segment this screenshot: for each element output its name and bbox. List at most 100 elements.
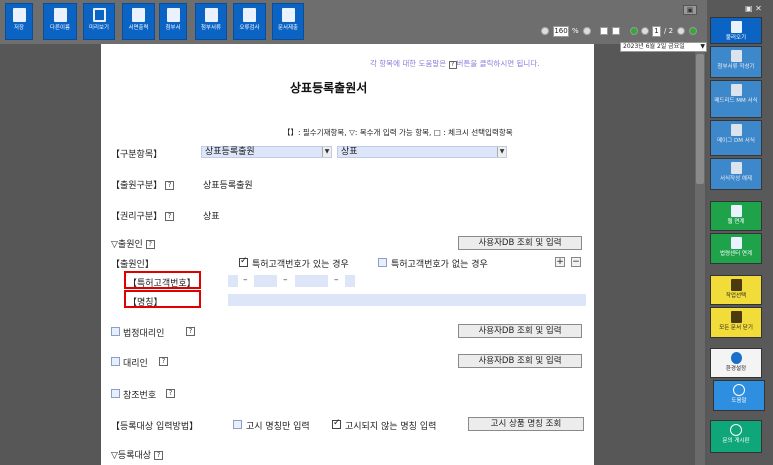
help-icon [733,384,745,396]
has-customer-no-label: 특허고객번호가 있는 경우 [252,260,349,270]
law-center-icon [730,237,742,249]
fit-page-icon[interactable] [600,27,608,35]
highlight-box [124,290,201,308]
web-link-button[interactable]: 웹 연계 [710,201,762,231]
attach-icon [166,8,180,22]
window-controls[interactable]: ▣ ✕ [745,4,762,13]
example-button[interactable]: 서식작성 예제 [710,158,762,190]
chevron-down-icon: ▼ [700,43,705,50]
zoom-in-icon[interactable] [583,27,591,35]
hague-dm-button[interactable]: 메이그 DM 서식 [710,120,762,156]
print-button[interactable]: 서면출력 [122,3,155,40]
inquiry-button[interactable]: 문의 게시판 [710,420,762,453]
chevron-down-icon: ▼ [322,147,331,157]
last-page-icon[interactable] [689,27,697,35]
applicant-userdb-button[interactable]: 사용자DB 조회 및 입력 [458,236,582,250]
inquiry-icon [730,424,742,436]
prev-page-icon[interactable] [641,27,649,35]
preview-icon [92,8,106,22]
help-icon[interactable]: ? [159,357,168,366]
reg-target-label: ▽등록대상? [111,448,164,461]
save-as-button[interactable]: 다른이름 [43,3,77,40]
app-type-label: 【출원구분】? [111,178,175,191]
remove-applicant-button[interactable]: − [571,257,581,267]
reg-method-label: 【등록대상 입력방법】 [111,422,199,432]
attach-docs-button[interactable]: 첨부서류 [195,3,227,40]
law-center-button[interactable]: 법령센터 연계 [710,233,762,264]
settings-button[interactable]: 환경설정 [710,348,762,378]
ref-no-checkbox[interactable] [111,389,120,398]
add-applicant-button[interactable]: + [555,257,565,267]
agent-userdb-button[interactable]: 사용자DB 조회 및 입력 [458,354,582,368]
legal-agent-checkbox[interactable] [111,327,120,336]
settings-icon [730,352,742,364]
web-link-icon [730,205,742,217]
applicant-sub-label: 【출원인】 [111,260,154,270]
close-all-icon [730,311,742,323]
dash: – [283,275,288,285]
category-select-2[interactable]: 상표 ▼ [337,146,507,158]
help-icon[interactable]: ? [165,212,175,221]
name-input[interactable] [228,294,586,306]
error-check-button[interactable]: 오류검사 [233,3,266,40]
help-icon[interactable]: ? [166,389,175,398]
help-icon[interactable]: ? [165,181,175,190]
non-notified-name-checkbox[interactable] [332,418,341,429]
save-icon [12,8,26,22]
dash: – [334,275,339,285]
window-mini-button[interactable]: ▣ [683,5,697,15]
scrollbar-thumb[interactable] [696,54,704,184]
attach-button[interactable]: 첨부서 [159,3,187,40]
notified-goods-search-button[interactable]: 고시 상품 명칭 조회 [468,417,584,431]
zoom-unit: % [572,27,579,35]
non-notified-name-label: 고시되지 않는 명칭 입력 [345,422,437,432]
madrid-mm-icon [730,84,742,96]
no-customer-no-label: 특허고객번호가 없는 경우 [391,260,488,270]
customer-no-field-1[interactable] [228,275,238,287]
chevron-down-icon: ▼ [497,147,506,157]
help-button[interactable]: 도움말 [713,380,765,411]
customer-no-field-3[interactable] [295,275,328,287]
hague-dm-icon [730,124,742,136]
applicant-label: ▽출원인? [111,237,155,250]
category-select-1[interactable]: 상표등록출원 ▼ [201,146,332,158]
help-hint: 각 항목에 대한 도움말은 ? 버튼을 클릭하시면 됩니다. [370,59,540,69]
save-as-icon [53,8,67,22]
submit-button[interactable]: 문서제출 [272,3,304,40]
help-icon[interactable]: ? [154,451,164,460]
notified-name-checkbox[interactable] [233,420,242,429]
preview-button[interactable]: 미리보기 [83,3,115,40]
open-button[interactable]: 불러오기 [710,17,762,44]
save-button[interactable]: 저장 [5,3,33,40]
first-page-icon[interactable] [630,27,638,35]
legal-agent-userdb-button[interactable]: 사용자DB 조회 및 입력 [458,324,582,338]
date-select[interactable]: 2023년 6월 2일 금요일 ▼ [620,42,707,52]
customer-no-field-2[interactable] [254,275,277,287]
customer-no-field-4[interactable] [345,275,355,287]
error-check-icon [243,8,256,22]
next-page-icon[interactable] [677,27,685,35]
submit-icon [281,8,295,22]
highlight-box [124,271,201,289]
task-select-icon [730,279,742,291]
zoom-input[interactable]: 160 [553,26,569,37]
attach-writer-icon [730,50,742,62]
toolbar: 저장 다른이름 미리보기 서면출력 첨부서 첨부서류 오류검사 문서제출 ▣ 1… [0,0,707,44]
has-customer-no-checkbox[interactable] [239,256,248,267]
madrid-mm-button[interactable]: 메드리드 MM 서식 [710,80,762,118]
agent-checkbox[interactable] [111,357,120,366]
zoom-out-icon[interactable] [541,27,549,35]
legend-text: 【】: 필수기재항목, ▽: 복수개 입력 가능 항목, □ : 체크시 선택입… [283,128,513,137]
help-icon[interactable]: ? [186,327,195,336]
no-customer-no-checkbox[interactable] [378,258,387,267]
agent-label: 대리인 [123,359,148,369]
ref-no-label: 참조번호 [123,391,157,401]
fit-width-icon[interactable] [612,27,620,35]
page-input[interactable]: 1 [652,26,661,37]
help-icon[interactable]: ? [145,240,155,249]
close-all-button[interactable]: 모든 문서 닫기 [710,307,762,338]
attach-writer-button[interactable]: 첨부서류 작성기 [710,46,762,78]
right-type-value: 상표 [203,212,220,222]
task-select-button[interactable]: 작업선택 [710,275,762,305]
app-type-value: 상표등록출원 [203,181,253,191]
